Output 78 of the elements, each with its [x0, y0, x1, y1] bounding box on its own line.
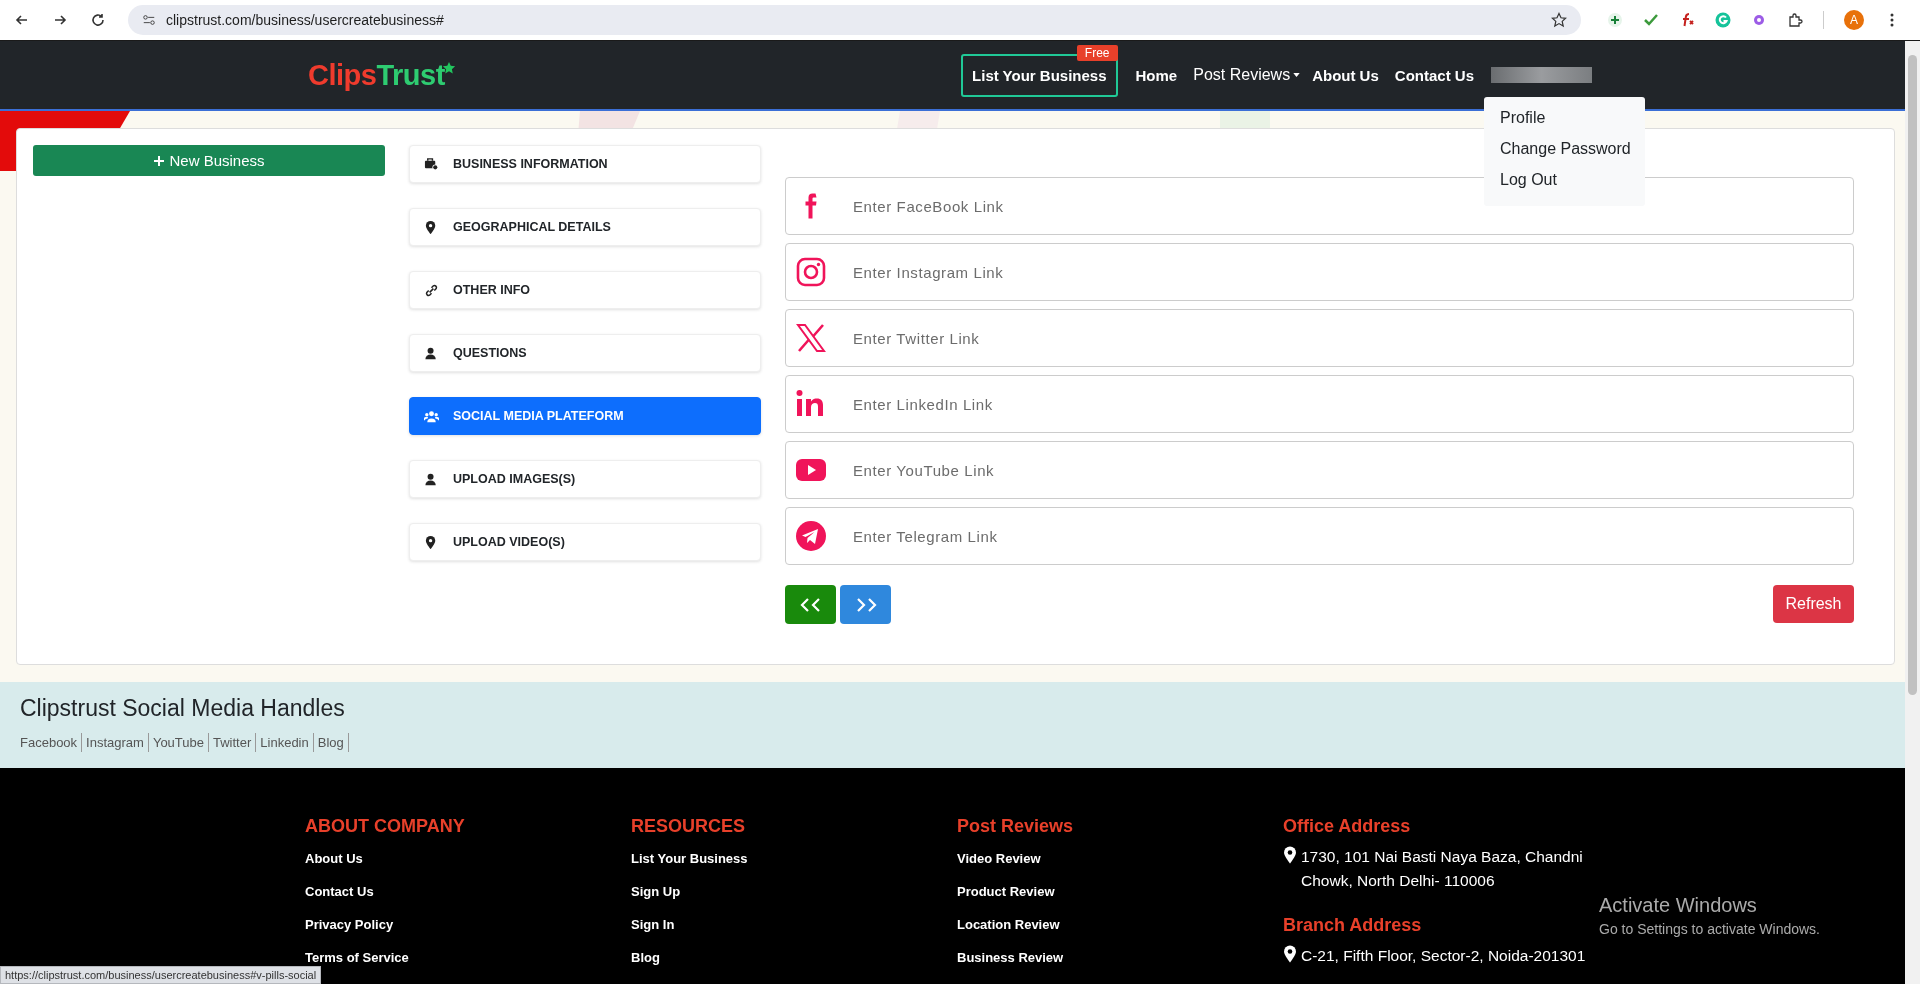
- plus-extension-icon[interactable]: [1607, 12, 1623, 28]
- footer-heading: Branch Address: [1283, 915, 1422, 936]
- tab[interactable]: SOCIAL MEDIA PLATEFORM: [409, 397, 761, 435]
- nav-link[interactable]: Home: [1135, 66, 1178, 84]
- scrollbar-thumb[interactable]: [1908, 55, 1917, 695]
- link-input-field[interactable]: Enter Telegram Link: [785, 507, 1854, 565]
- user-icon: [424, 471, 439, 487]
- map-pin-icon: [1283, 846, 1297, 864]
- footer-link[interactable]: List Your Business: [631, 851, 748, 866]
- double-chevron-left-icon: [799, 597, 822, 612]
- section-title: Clipstrust Social Media Handles: [20, 694, 346, 722]
- nav-link[interactable]: Contact Us: [1394, 66, 1474, 84]
- footer-link[interactable]: Video Review: [957, 851, 1041, 866]
- footer-link[interactable]: About Us: [305, 851, 363, 866]
- free-badge: Free: [1076, 44, 1118, 61]
- social-link[interactable]: Linkedin: [256, 733, 314, 752]
- tab[interactable]: OTHER INFO: [409, 271, 761, 309]
- footer-link[interactable]: Terms of Service: [305, 950, 409, 965]
- social-link[interactable]: Blog: [313, 733, 349, 752]
- link-input-field[interactable]: Enter LinkedIn Link: [785, 375, 1854, 433]
- link-input-field[interactable]: Enter YouTube Link: [785, 441, 1854, 499]
- url-text: clipstrust.com/business/usercreatebusiness#: [166, 12, 444, 28]
- briefcase-icon: [424, 156, 439, 172]
- tab[interactable]: BUSINESS INFORMATION: [409, 145, 761, 183]
- reload-icon[interactable]: [90, 12, 106, 28]
- link-icon: [424, 282, 439, 298]
- social-link[interactable]: Twitter: [209, 733, 257, 752]
- activation-title: Activate Windows: [1599, 894, 1758, 917]
- tab[interactable]: GEOGRAPHICAL DETAILS: [409, 208, 761, 246]
- scrollbar[interactable]: [1905, 41, 1920, 984]
- menu-item[interactable]: Profile: [1484, 103, 1645, 134]
- footer-link[interactable]: Product Review: [957, 884, 1055, 899]
- social-link[interactable]: YouTube: [148, 733, 209, 752]
- map-pin-icon: [1283, 945, 1297, 963]
- activation-text: Go to Settings to activate Windows.: [1599, 921, 1820, 937]
- address-bar[interactable]: clipstrust.com/business/usercreatebusiness#: [128, 5, 1581, 35]
- telegram-icon: [795, 520, 827, 552]
- users-icon: [424, 408, 439, 424]
- footer-heading: RESOURCES: [631, 816, 746, 837]
- plus-icon: [153, 154, 166, 167]
- bookmark-star-icon[interactable]: [1551, 12, 1567, 28]
- x-logo-icon: [795, 322, 827, 354]
- caret-icon: [1293, 73, 1301, 77]
- site-settings-icon[interactable]: [142, 13, 156, 27]
- tab[interactable]: QUESTIONS: [409, 334, 761, 372]
- footer-link[interactable]: Contact Us: [305, 884, 374, 899]
- next-button[interactable]: [840, 585, 891, 624]
- social-link[interactable]: Facebook: [20, 733, 83, 752]
- footer-heading: Office Address: [1283, 816, 1411, 837]
- address-text: C-21, Fifth Floor, Sector-2, Noida-201301: [1301, 946, 1587, 966]
- nav-dropdown[interactable]: Post Reviews: [1193, 66, 1301, 84]
- social-link[interactable]: Instagram: [82, 733, 149, 752]
- check-extension-icon[interactable]: [1643, 12, 1659, 28]
- footer-link[interactable]: Location Review: [957, 917, 1060, 932]
- status-url: https://clipstrust.com/business/usercreatebusiness#v-pills-social: [0, 966, 322, 984]
- link-input-field[interactable]: Enter Twitter Link: [785, 309, 1854, 367]
- link-input-field[interactable]: Enter Instagram Link: [785, 243, 1854, 301]
- double-chevron-right-icon: [854, 597, 877, 612]
- footer-link[interactable]: Sign In: [631, 917, 675, 932]
- footer-link[interactable]: Blog: [631, 950, 660, 965]
- footer-link[interactable]: Privacy Policy: [305, 917, 394, 932]
- refresh-button[interactable]: Refresh: [1773, 585, 1854, 623]
- new-business-button[interactable]: New Business: [33, 145, 385, 176]
- nav-link[interactable]: About Us: [1312, 66, 1379, 84]
- user-icon: [424, 345, 439, 361]
- instagram-icon: [795, 256, 827, 288]
- previous-button[interactable]: [785, 585, 836, 624]
- footer-heading: Post Reviews: [957, 816, 1074, 837]
- logo[interactable]: ClipsTrust: [308, 58, 456, 92]
- footer-heading: ABOUT COMPANY: [305, 816, 465, 837]
- facebook-icon: [805, 193, 817, 219]
- tab[interactable]: UPLOAD VIDEO(S): [409, 523, 761, 561]
- footer-link[interactable]: Sign Up: [631, 884, 681, 899]
- footer-link[interactable]: Business Review: [957, 950, 1064, 965]
- address-text: 1730, 101 Nai Basti Naya Baza, Chandni Chowk, North Delhi- 110006: [1301, 847, 1584, 891]
- tab[interactable]: UPLOAD IMAGES(S): [409, 460, 761, 498]
- puzzle-icon[interactable]: [1787, 12, 1803, 28]
- menu-item[interactable]: Change Password: [1484, 134, 1645, 165]
